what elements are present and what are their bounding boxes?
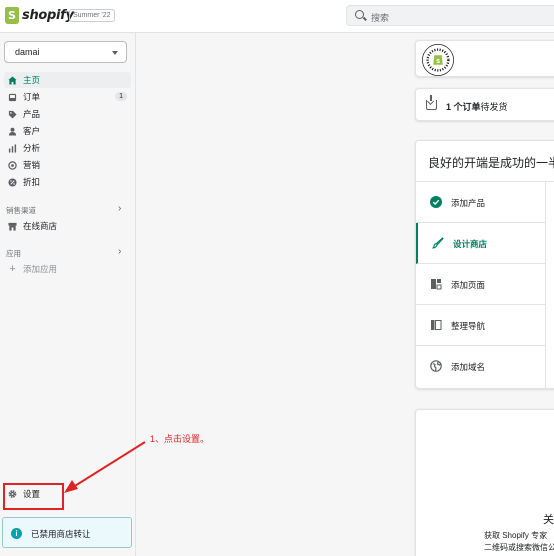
home-icon bbox=[8, 75, 17, 85]
check-circle-icon bbox=[430, 196, 442, 208]
sidebar-item-label: 分析 bbox=[23, 143, 41, 153]
navigation-icon bbox=[430, 319, 442, 331]
sidebar-item-discounts[interactable]: 折扣 bbox=[4, 174, 131, 190]
setup-guide-card: 良好的开端是成功的一半 添加产品 设计商店 添加页面 整理导航 添加域名 bbox=[415, 140, 554, 390]
expert-help-card: 关 获取 Shopify 专家 二维码或搜索微信公 bbox=[415, 409, 554, 556]
pending-orders-card[interactable]: 1 个订单待发货 bbox=[415, 88, 554, 121]
shopify-logo[interactable]: shopify bbox=[5, 7, 74, 24]
add-app-button[interactable]: + 添加应用 bbox=[4, 261, 131, 277]
svg-text:S: S bbox=[436, 59, 440, 65]
sidebar-item-home[interactable]: 主页 bbox=[4, 72, 131, 88]
help-card-text: 二维码或搜索微信公 bbox=[484, 543, 554, 552]
tag-icon bbox=[8, 110, 17, 119]
shopify-bag-icon bbox=[5, 7, 19, 24]
sidebar-item-label: 产品 bbox=[23, 109, 41, 119]
sidebar-item-label: 客户 bbox=[23, 126, 41, 136]
search-input[interactable]: 搜索 bbox=[346, 5, 554, 26]
orders-count-badge: 1 bbox=[115, 92, 127, 101]
top-bar: shopify Summer '22 搜索 bbox=[0, 0, 554, 33]
brush-icon bbox=[432, 237, 444, 249]
store-icon bbox=[8, 222, 17, 231]
help-card-text: 获取 Shopify 专家 bbox=[484, 531, 548, 540]
setup-guide-title: 良好的开端是成功的一半 bbox=[428, 156, 554, 170]
search-icon bbox=[355, 10, 364, 19]
main-content: S 1 个订单待发货 良好的开端是成功的一半 添加产品 设计商店 添加页面 整理… bbox=[136, 33, 554, 556]
sidebar-item-analytics[interactable]: 分析 bbox=[4, 140, 131, 156]
fulfill-tray-icon bbox=[426, 95, 437, 110]
marketing-icon bbox=[8, 160, 17, 170]
orders-count: 1 个订单 bbox=[446, 102, 481, 112]
logo-wordmark: shopify bbox=[22, 8, 74, 23]
setup-step-add-domain[interactable]: 添加域名 bbox=[416, 346, 546, 387]
sidebar-item-label: 主页 bbox=[23, 75, 41, 85]
caret-down-icon bbox=[112, 51, 118, 55]
sidebar-item-products[interactable]: 产品 bbox=[4, 106, 131, 122]
help-card-title: 关 bbox=[543, 514, 554, 526]
transfer-disabled-notice[interactable]: i 已禁用商店转让 bbox=[2, 517, 132, 548]
discount-icon bbox=[8, 177, 17, 187]
sidebar-item-label: 在线商店 bbox=[23, 221, 58, 231]
editions-seal-icon: S bbox=[422, 44, 454, 76]
store-selector[interactable]: damai bbox=[4, 41, 127, 63]
edition-badge[interactable]: Summer '22 bbox=[69, 9, 115, 22]
add-app-label: 添加应用 bbox=[23, 264, 58, 274]
plus-icon: + bbox=[9, 263, 16, 275]
settings-highlight-box bbox=[3, 483, 64, 510]
step-label: 设计商店 bbox=[453, 239, 488, 249]
setup-step-design-store[interactable]: 设计商店 bbox=[416, 223, 546, 264]
step-label: 添加页面 bbox=[451, 280, 486, 290]
sidebar-item-label: 折扣 bbox=[23, 177, 41, 187]
orders-icon bbox=[8, 93, 17, 102]
notice-text: 已禁用商店转让 bbox=[31, 529, 91, 539]
step-label: 添加产品 bbox=[451, 198, 486, 208]
edition-seal-card[interactable]: S bbox=[415, 40, 554, 77]
person-icon bbox=[8, 127, 17, 136]
sidebar-item-orders[interactable]: 订单 1 bbox=[4, 89, 131, 105]
setup-step-add-page[interactable]: 添加页面 bbox=[416, 264, 546, 305]
search-placeholder: 搜索 bbox=[371, 13, 390, 23]
sidebar-item-online-store[interactable]: 在线商店 bbox=[4, 218, 131, 234]
setup-step-navigation[interactable]: 整理导航 bbox=[416, 305, 546, 346]
page-icon bbox=[430, 278, 442, 290]
info-icon: i bbox=[11, 528, 22, 539]
apps-heading: 应用 bbox=[6, 249, 21, 258]
setup-step-add-product[interactable]: 添加产品 bbox=[416, 182, 546, 223]
sidebar-item-marketing[interactable]: 营销 bbox=[4, 157, 131, 173]
sales-channels-expand-icon[interactable]: › bbox=[118, 203, 121, 214]
analytics-icon bbox=[8, 143, 17, 153]
sidebar-item-label: 营销 bbox=[23, 160, 41, 170]
orders-status: 待发货 bbox=[480, 102, 508, 112]
sidebar-item-customers[interactable]: 客户 bbox=[4, 123, 131, 139]
store-name: damai bbox=[15, 47, 40, 57]
apps-expand-icon[interactable]: › bbox=[118, 246, 121, 257]
globe-icon bbox=[430, 360, 442, 372]
step-label: 添加域名 bbox=[451, 362, 486, 372]
step-label: 整理导航 bbox=[451, 321, 486, 331]
sidebar-item-label: 订单 bbox=[23, 92, 41, 102]
sales-channels-heading: 销售渠道 bbox=[6, 206, 36, 215]
pending-orders-text: 1 个订单待发货 bbox=[446, 100, 508, 113]
